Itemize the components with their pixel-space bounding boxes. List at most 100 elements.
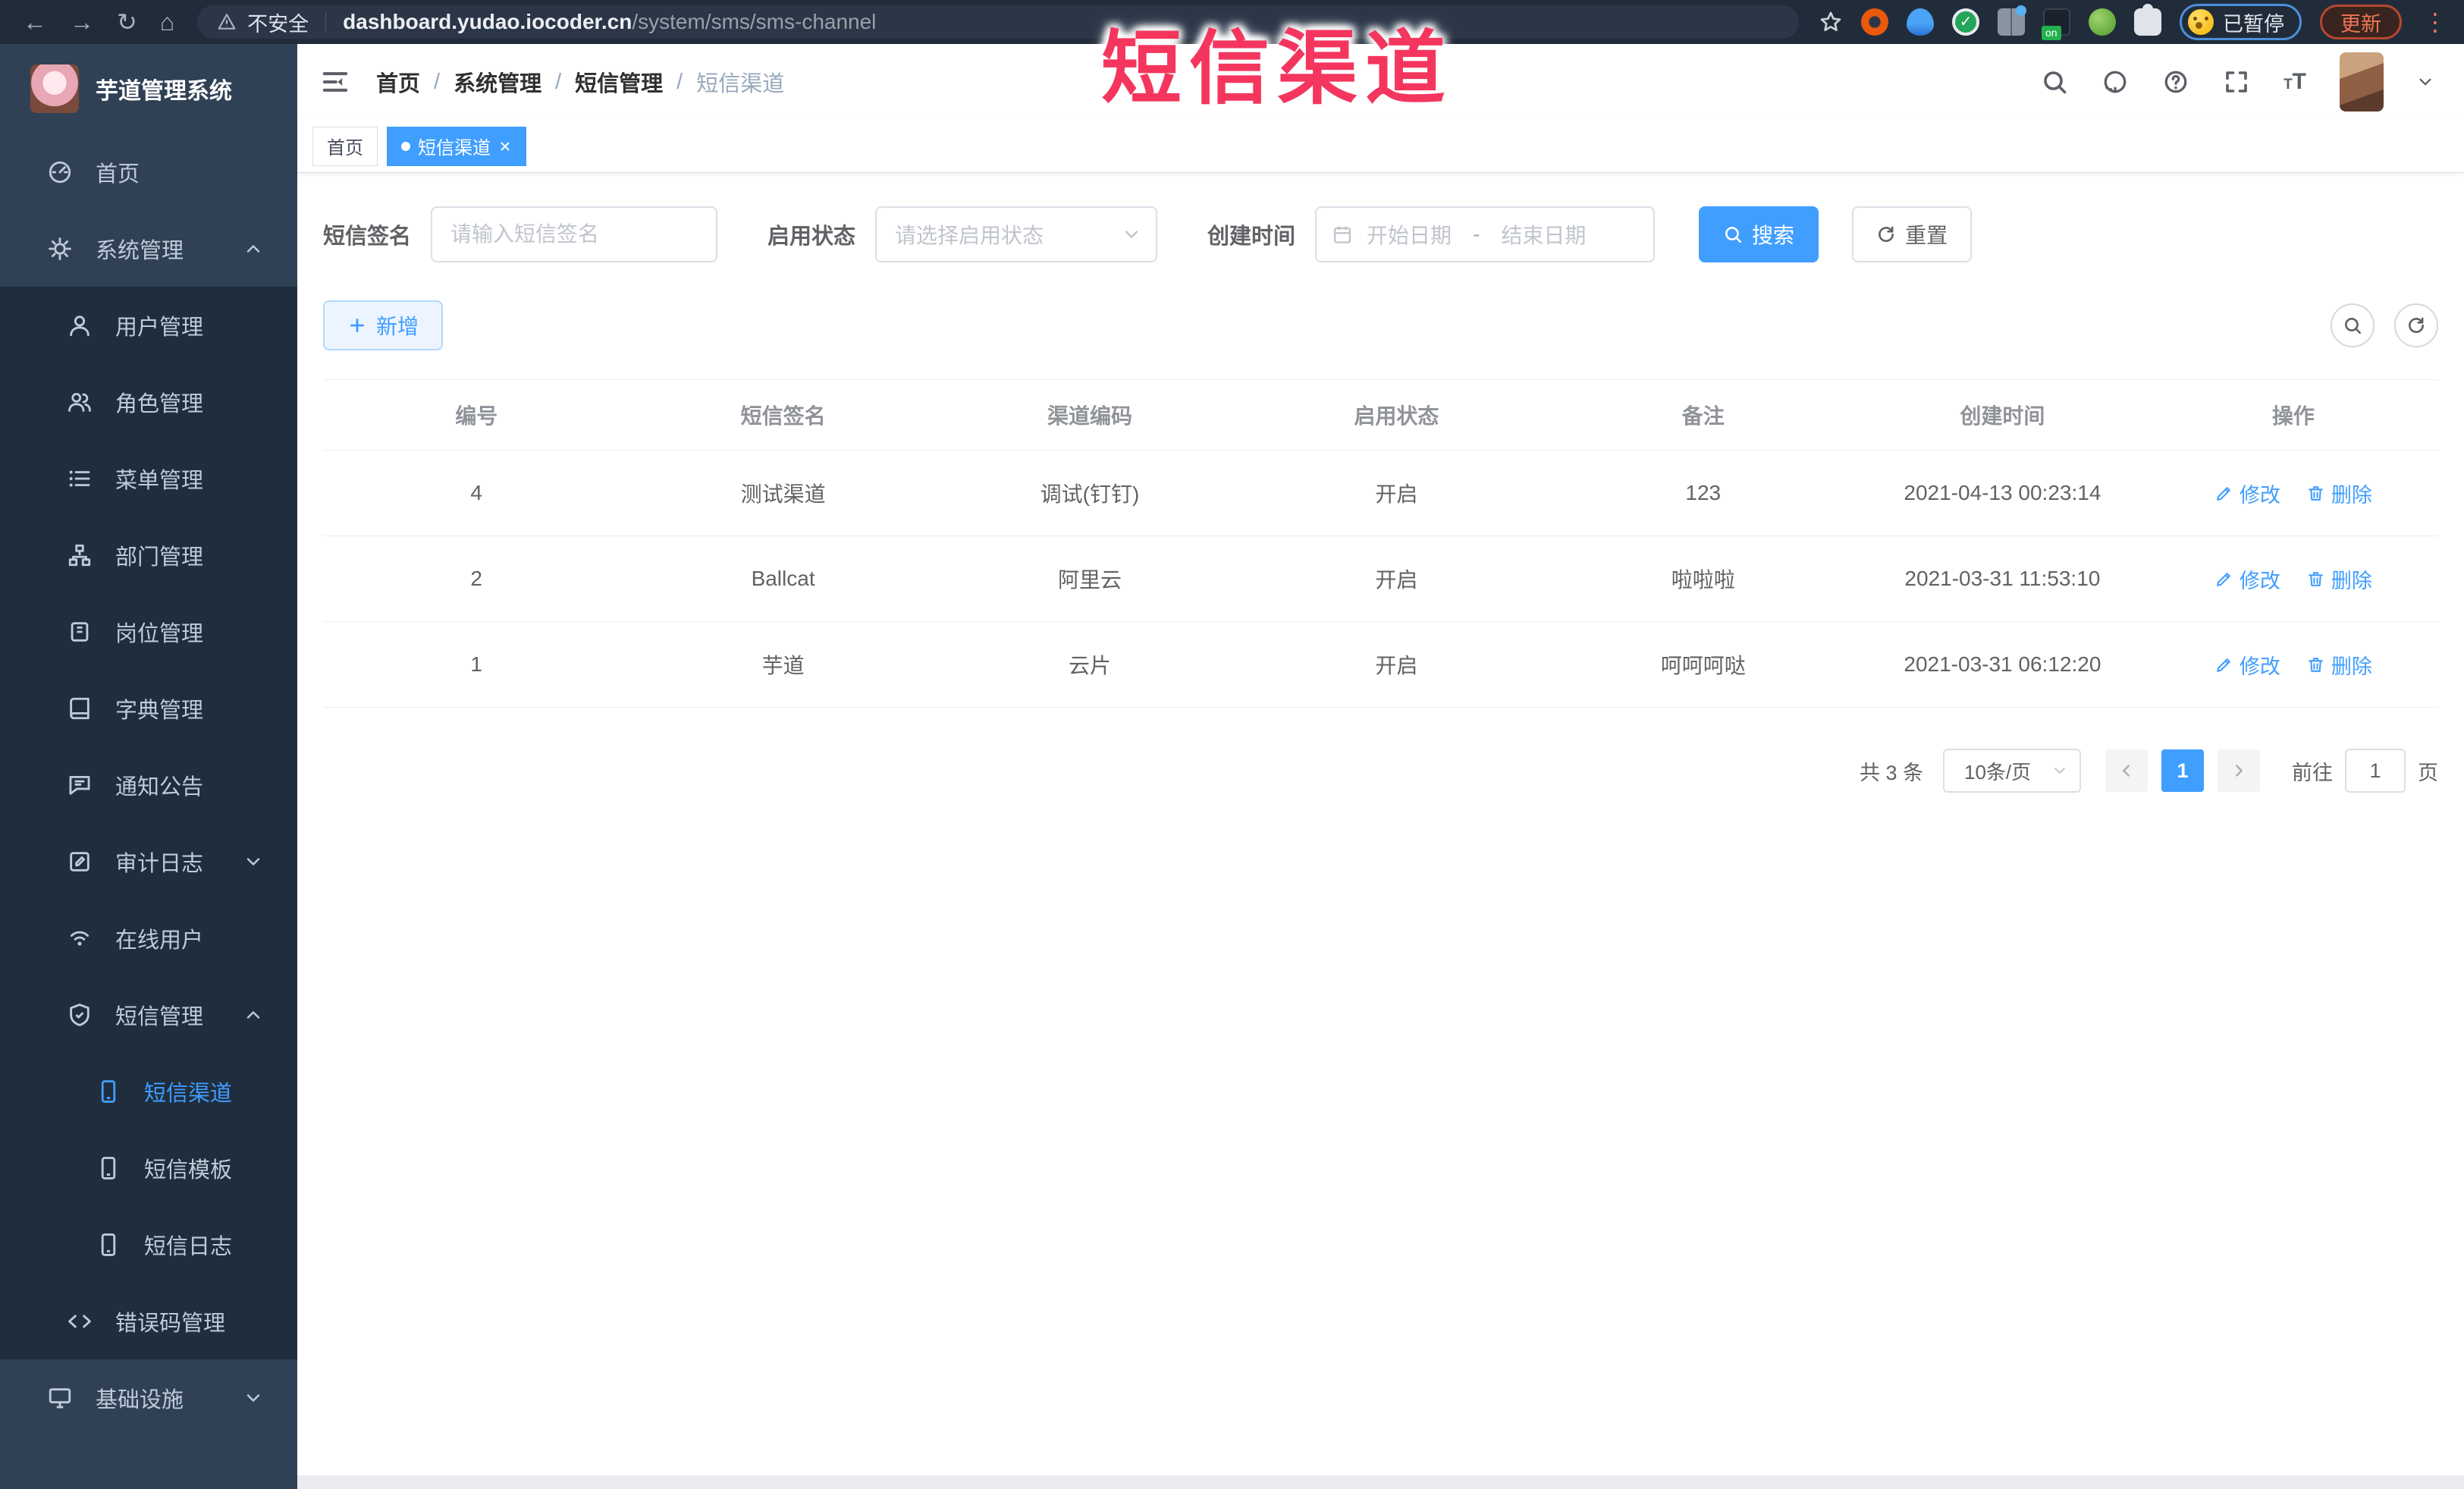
sidebar-item-短信模板[interactable]: 短信模板	[0, 1129, 297, 1206]
profile-paused-pill[interactable]: 已暂停	[2180, 4, 2302, 40]
bottom-scrollbar-strip[interactable]	[297, 1475, 2464, 1489]
cell-sign: 测试渠道	[629, 450, 937, 536]
next-page-button[interactable]	[2218, 749, 2260, 792]
edit-link[interactable]: 修改	[2214, 479, 2280, 508]
avatar-caret-icon[interactable]	[2417, 74, 2434, 90]
edit-link[interactable]: 修改	[2214, 650, 2280, 680]
gear-icon	[47, 236, 73, 262]
font-size-icon[interactable]: TT	[2284, 71, 2306, 93]
back-icon[interactable]: ←	[23, 10, 47, 34]
header-search-icon[interactable]	[2041, 68, 2068, 96]
extensions-puzzle-icon[interactable]	[2134, 4, 2161, 36]
wifi-icon	[67, 925, 93, 951]
sidebar-item-错误码管理[interactable]: 错误码管理	[0, 1283, 297, 1359]
cell-created: 2021-03-31 06:12:20	[1856, 621, 2149, 708]
extension-leaf-icon[interactable]	[2089, 8, 2116, 36]
sidebar-item-首页[interactable]: 首页	[0, 134, 297, 210]
tab-短信渠道[interactable]: 短信渠道	[387, 126, 526, 166]
gauge-icon	[47, 159, 73, 185]
edit-link-label: 修改	[2239, 483, 2280, 507]
tab-首页[interactable]: 首页	[312, 126, 378, 166]
sidebar-item-字典管理[interactable]: 字典管理	[0, 670, 297, 746]
breadcrumb-item[interactable]: 短信管理	[575, 66, 663, 98]
chevron-down-icon	[244, 853, 262, 871]
help-icon[interactable]	[2162, 68, 2189, 96]
cell-created: 2021-04-13 00:23:14	[1856, 450, 2149, 536]
cell-status: 开启	[1243, 450, 1550, 536]
browser-menu-icon[interactable]: ⋮	[2420, 8, 2450, 36]
reset-button[interactable]: 重置	[1852, 206, 1973, 262]
extension-grid-icon[interactable]	[1998, 5, 2026, 36]
forward-icon[interactable]: →	[70, 10, 94, 34]
sidebar-item-通知公告[interactable]: 通知公告	[0, 746, 297, 823]
refresh-table-button[interactable]	[2394, 303, 2438, 347]
hamburger-icon[interactable]	[320, 67, 350, 97]
sidebar: 芋道管理系统 首页系统管理用户管理 角色管理 菜单管理 部门管理 岗位管理 字典管理 通知公…	[0, 44, 297, 1489]
browser-update-button[interactable]: 更新	[2320, 5, 2402, 39]
breadcrumb-item[interactable]: 首页	[376, 66, 420, 98]
sidebar-item-岗位管理[interactable]: 岗位管理	[0, 593, 297, 670]
extension-orange-icon[interactable]	[1861, 8, 1888, 36]
cell-status: 开启	[1243, 536, 1550, 622]
start-date-placeholder: 开始日期	[1367, 224, 1452, 247]
phone-icon	[96, 1155, 121, 1181]
edit-icon	[2214, 484, 2233, 503]
sidebar-item-短信渠道[interactable]: 短信渠道	[0, 1053, 297, 1129]
sidebar-item-部门管理[interactable]: 部门管理	[0, 517, 297, 593]
delete-link[interactable]: 删除	[2306, 650, 2372, 680]
cell-operations: 修改 删除	[2148, 621, 2438, 708]
cell-operations: 修改 删除	[2148, 450, 2438, 536]
breadcrumb-item[interactable]: 系统管理	[454, 66, 541, 98]
edit-link[interactable]: 修改	[2214, 564, 2280, 594]
app-logo[interactable]: 芋道管理系统	[0, 44, 297, 134]
bubble-icon	[67, 772, 93, 798]
sidebar-item-短信日志[interactable]: 短信日志	[0, 1206, 297, 1283]
calendar-icon	[1332, 224, 1353, 245]
add-button[interactable]: 新增	[323, 300, 444, 350]
sidebar-item-在线用户[interactable]: 在线用户	[0, 900, 297, 976]
home-icon[interactable]: ⌂	[160, 10, 174, 34]
header-actions: TT	[2041, 52, 2434, 112]
sidebar-item-系统管理[interactable]: 系统管理	[0, 210, 297, 287]
sidebar-item-审计日志[interactable]: 审计日志	[0, 823, 297, 900]
url-text: dashboard.yudao.iocoder.cn/system/sms/sm…	[343, 10, 876, 34]
toggle-search-button[interactable]	[2331, 303, 2375, 347]
sidebar-menu: 首页系统管理用户管理 角色管理 菜单管理 部门管理 岗位管理 字典管理 通知公告 审计日志 在线…	[0, 134, 297, 1489]
reload-icon[interactable]: ↻	[117, 10, 137, 34]
prev-page-button[interactable]	[2105, 749, 2148, 792]
pagination: 共 3 条 10条/页 1 前往 页	[323, 749, 2438, 793]
sidebar-item-label: 短信日志	[144, 1234, 233, 1259]
sidebar-item-菜单管理[interactable]: 菜单管理	[0, 440, 297, 517]
extension-pin-icon[interactable]	[1907, 8, 1934, 36]
extension-switch-icon[interactable]: on	[2042, 8, 2070, 40]
edit-icon	[2214, 570, 2233, 589]
page: ← → ↻ ⌂ 不安全 dashboard.yudao.iocoder.cn/s…	[0, 0, 2464, 1489]
bookmark-star-icon[interactable]	[1819, 10, 1843, 34]
sidebar-item-用户管理[interactable]: 用户管理	[0, 287, 297, 363]
delete-link[interactable]: 删除	[2306, 564, 2372, 594]
github-icon[interactable]	[2101, 68, 2129, 96]
sidebar-item-label: 短信模板	[144, 1158, 233, 1183]
editsq-icon	[67, 849, 93, 875]
current-page-button[interactable]: 1	[2161, 749, 2204, 792]
status-select[interactable]: 请选择启用状态	[875, 206, 1158, 262]
delete-link[interactable]: 删除	[2306, 479, 2372, 508]
search-button[interactable]: 搜索	[1699, 206, 1819, 262]
goto-page-input[interactable]	[2345, 749, 2406, 793]
user-icon	[67, 313, 93, 338]
users-icon	[67, 389, 93, 415]
sidebar-item-label: 系统管理	[96, 238, 184, 263]
fullscreen-icon[interactable]	[2223, 68, 2250, 96]
page-size-select[interactable]: 10条/页	[1943, 749, 2081, 793]
sign-input[interactable]	[431, 206, 718, 262]
sidebar-item-角色管理[interactable]: 角色管理	[0, 363, 297, 440]
active-tab-dot	[401, 141, 410, 151]
column-header: 操作	[2148, 379, 2438, 451]
shield-icon	[67, 1002, 93, 1028]
sidebar-item-基础设施[interactable]: 基础设施	[0, 1359, 297, 1436]
date-range-picker[interactable]: 开始日期 - 结束日期	[1315, 206, 1656, 262]
avatar[interactable]	[2340, 52, 2384, 112]
extension-check-icon[interactable]	[1952, 8, 1979, 36]
sidebar-item-短信管理[interactable]: 短信管理	[0, 976, 297, 1053]
address-bar[interactable]: 不安全 dashboard.yudao.iocoder.cn/system/sm…	[197, 5, 1799, 39]
